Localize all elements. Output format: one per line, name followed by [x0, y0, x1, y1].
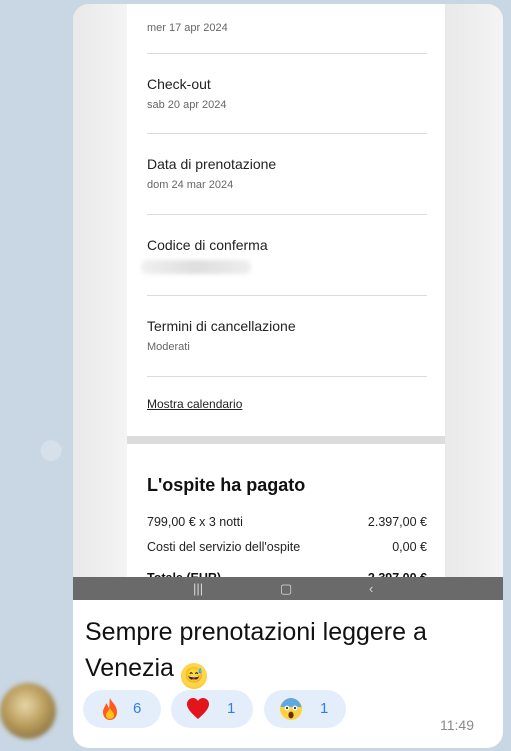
- home-icon: ▢: [280, 581, 293, 596]
- booking-date-label: Data di prenotazione: [147, 156, 277, 172]
- cancellation-terms-value: Moderati: [147, 341, 190, 353]
- divider: [147, 53, 427, 54]
- fire-icon: [103, 698, 117, 720]
- message-bubble[interactable]: mer 17 apr 2024 Check-out sab 20 apr 202…: [73, 4, 503, 748]
- divider: [147, 214, 427, 215]
- cancellation-terms-label: Termini di cancellazione: [147, 318, 296, 334]
- recents-icon: |||: [193, 581, 204, 596]
- message-timestamp: 11:49: [440, 717, 474, 733]
- sender-avatar[interactable]: [0, 683, 56, 739]
- payment-row: Costi del servizio dell'ospite 0,00 €: [147, 540, 427, 554]
- reservation-details: mer 17 apr 2024 Check-out sab 20 apr 202…: [127, 4, 445, 600]
- screenshot-blur-right: [445, 4, 503, 600]
- payment-row-value: 0,00 €: [392, 540, 427, 554]
- reaction-screaming-face[interactable]: 1: [264, 690, 346, 728]
- payment-row-value: 2.397,00 €: [367, 515, 427, 529]
- checkout-label: Check-out: [147, 76, 211, 92]
- checkout-date: sab 20 apr 2024: [147, 99, 227, 111]
- confirmation-code-label: Codice di conferma: [147, 237, 268, 253]
- reaction-count: 1: [227, 700, 236, 717]
- section-separator: [127, 436, 445, 444]
- screenshot-blur-left: [73, 4, 127, 600]
- reaction-count: 1: [320, 700, 329, 717]
- heart-icon: [187, 698, 209, 719]
- reaction-count: 6: [133, 700, 142, 717]
- message-caption-text: Sempre prenotazioni leggere a Venezia: [85, 618, 427, 682]
- redacted-confirmation-code: [141, 260, 251, 274]
- divider: [147, 376, 427, 377]
- android-nav-bar: ||| ▢ ‹: [73, 577, 503, 600]
- message-caption: Sempre prenotazioni leggere a Venezia 😅: [85, 614, 495, 689]
- payment-title: L'ospite ha pagato: [147, 475, 306, 495]
- divider: [147, 133, 427, 134]
- screaming-face-icon: [280, 698, 302, 720]
- booking-date: dom 24 mar 2024: [147, 179, 234, 191]
- payment-row-label: 799,00 € x 3 notti: [147, 515, 243, 529]
- reaction-heart[interactable]: 1: [171, 690, 253, 728]
- divider: [147, 295, 427, 296]
- checkin-date: mer 17 apr 2024: [147, 22, 228, 34]
- reaction-fire[interactable]: 6: [83, 690, 161, 728]
- attached-screenshot[interactable]: mer 17 apr 2024 Check-out sab 20 apr 202…: [73, 4, 503, 600]
- payment-row: 799,00 € x 3 notti 2.397,00 €: [147, 515, 427, 529]
- back-icon: ‹: [369, 581, 374, 596]
- payment-row-label: Costi del servizio dell'ospite: [147, 540, 301, 554]
- grinning-sweat-emoji: 😅: [180, 663, 207, 689]
- show-calendar-link[interactable]: Mostra calendario: [147, 397, 242, 411]
